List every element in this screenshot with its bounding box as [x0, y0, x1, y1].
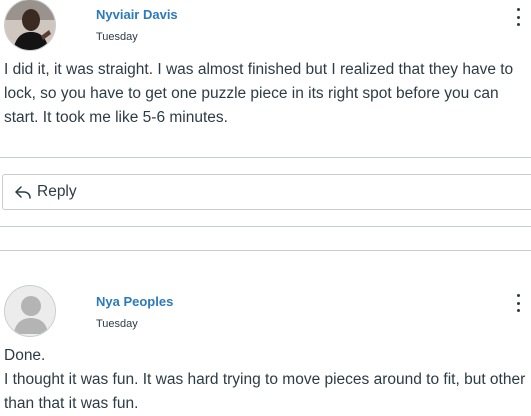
divider [0, 157, 531, 158]
post-date: Tuesday [96, 318, 138, 330]
author-name-link[interactable]: Nyviair Davis [96, 7, 178, 22]
author-name-link[interactable]: Nya Peoples [96, 294, 173, 309]
reply-arrow-icon [15, 186, 31, 199]
post-body: I did it, it was straight. I was almost … [4, 58, 528, 130]
default-user-avatar[interactable] [4, 285, 56, 337]
kebab-menu-icon[interactable] [515, 294, 521, 312]
user-photo-avatar[interactable] [4, 0, 56, 51]
post-paragraph: Done. [4, 347, 46, 364]
reply-label: Reply [37, 183, 77, 200]
divider [0, 250, 531, 251]
post-date: Tuesday [96, 31, 138, 43]
post-body: Done. I thought it was fun. It was hard … [4, 344, 528, 416]
post-paragraph: I did it, it was straight. I was almost … [4, 61, 514, 126]
kebab-menu-icon[interactable] [515, 8, 521, 26]
divider [0, 226, 531, 227]
post-paragraph: I thought it was fun. It was hard trying… [4, 371, 526, 412]
reply-button[interactable]: Reply [2, 174, 531, 210]
